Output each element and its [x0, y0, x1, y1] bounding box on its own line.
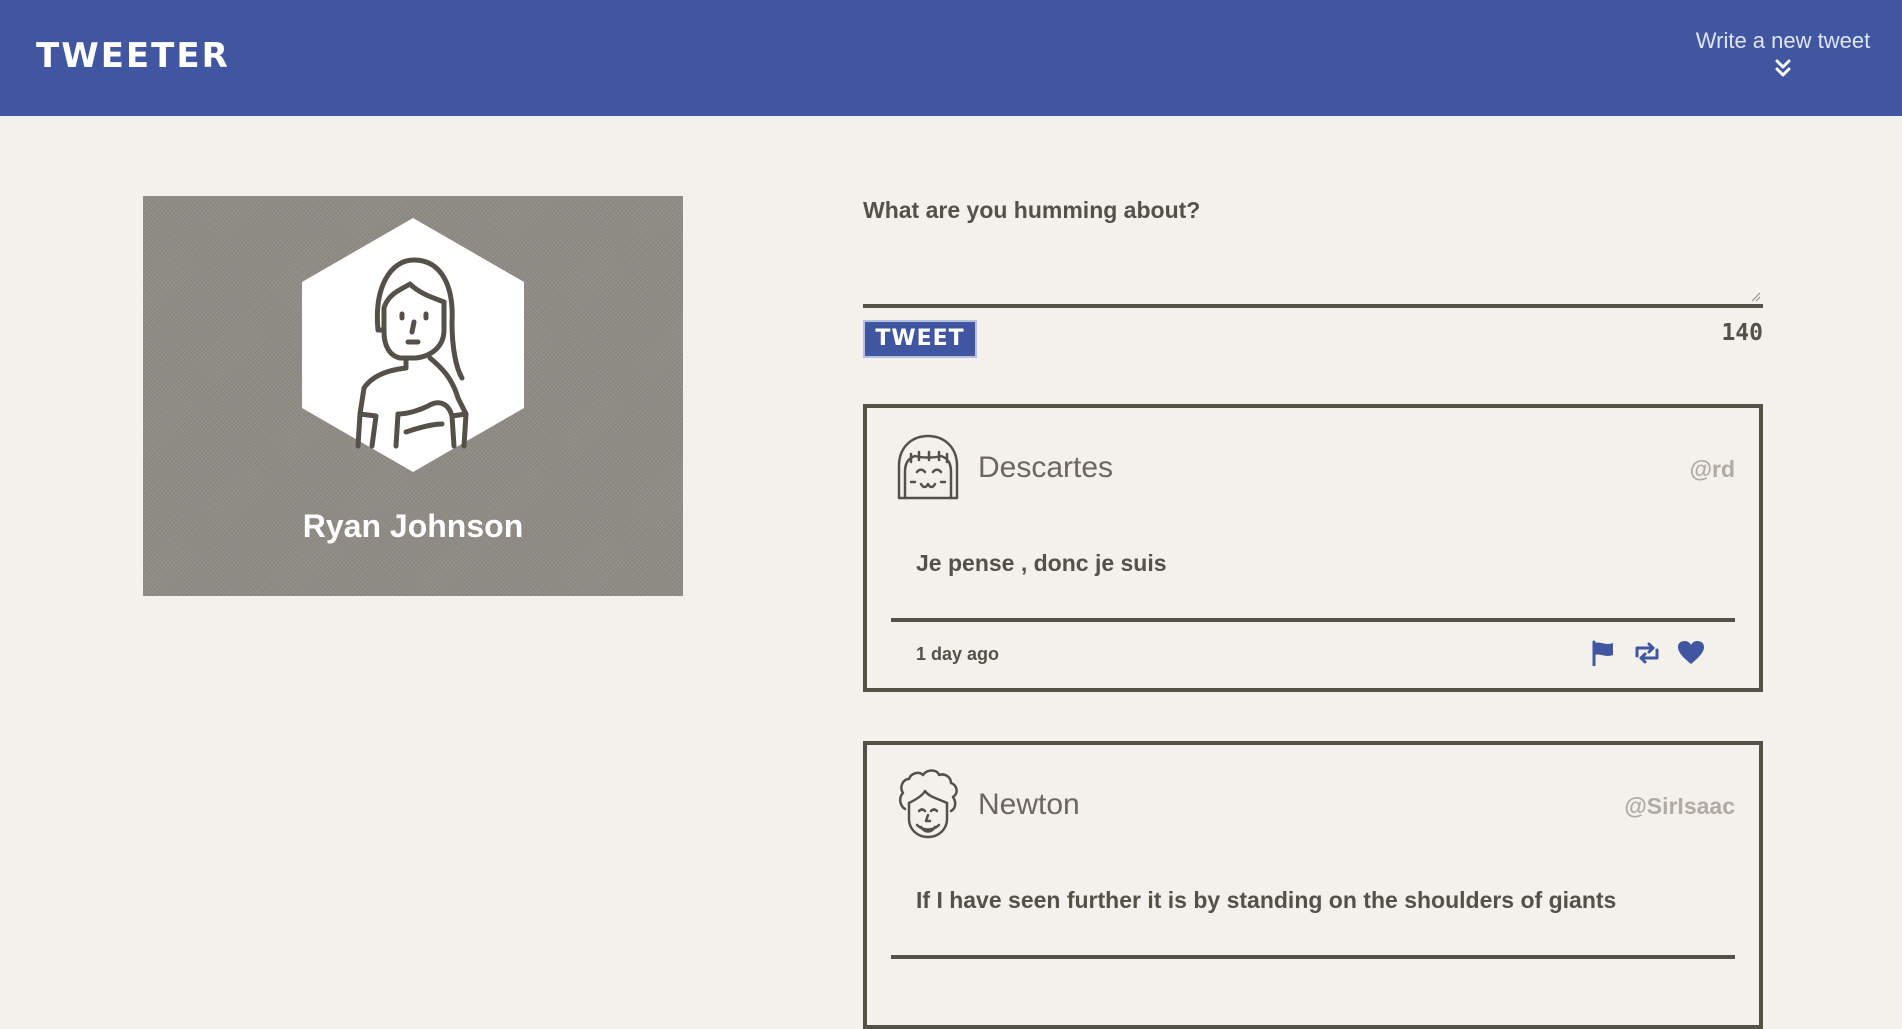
tweet-card: Descartes @rd Je pense , donc je suis 1 …	[863, 404, 1763, 692]
tweet-body-text: Je pense , donc je suis	[916, 550, 1167, 576]
heart-icon[interactable]	[1677, 640, 1705, 666]
tweet-submit-button[interactable]: TWEET	[863, 320, 977, 358]
tweet-card: Newton @SirIsaac If I have seen further …	[863, 741, 1763, 1029]
tweet-author-handle: @rd	[1689, 456, 1735, 482]
top-navbar: TWEETER Write a new tweet	[0, 0, 1902, 116]
girl-avatar-icon	[897, 434, 959, 500]
tweet-divider	[891, 955, 1735, 959]
compose-prompt-label: What are you humming about?	[863, 197, 1201, 223]
brand-logo[interactable]: TWEETER	[36, 36, 230, 76]
tweet-divider	[891, 618, 1735, 622]
tweet-author-handle: @SirIsaac	[1624, 793, 1735, 819]
compose-tweet-form: What are you humming about? TWEET 140	[863, 196, 1763, 358]
tweet-timestamp: 1 day ago	[916, 644, 1000, 664]
resize-handle-icon[interactable]	[1751, 292, 1761, 302]
woman-avatar-icon	[302, 218, 524, 472]
compose-textarea-wrapper	[863, 224, 1763, 308]
tweet-actions	[1589, 640, 1705, 666]
tweet-author-name: Descartes	[978, 451, 1114, 484]
profile-name: Ryan Johnson	[302, 508, 524, 544]
double-chevron-down-icon[interactable]	[1774, 58, 1792, 78]
tweet-body-text: If I have seen further it is by standing…	[916, 887, 1617, 913]
tweet-author-name: Newton	[978, 788, 1080, 821]
retweet-icon[interactable]	[1633, 640, 1661, 666]
flag-icon[interactable]	[1589, 640, 1617, 666]
curly-hair-avatar-icon	[899, 769, 958, 839]
write-new-tweet-label[interactable]: Write a new tweet	[1683, 26, 1883, 56]
profile-card: Ryan Johnson	[143, 196, 683, 596]
character-counter: 140	[1721, 320, 1763, 346]
write-new-tweet-toggle[interactable]: Write a new tweet	[1683, 26, 1883, 78]
tweet-text-input[interactable]	[863, 224, 1763, 304]
